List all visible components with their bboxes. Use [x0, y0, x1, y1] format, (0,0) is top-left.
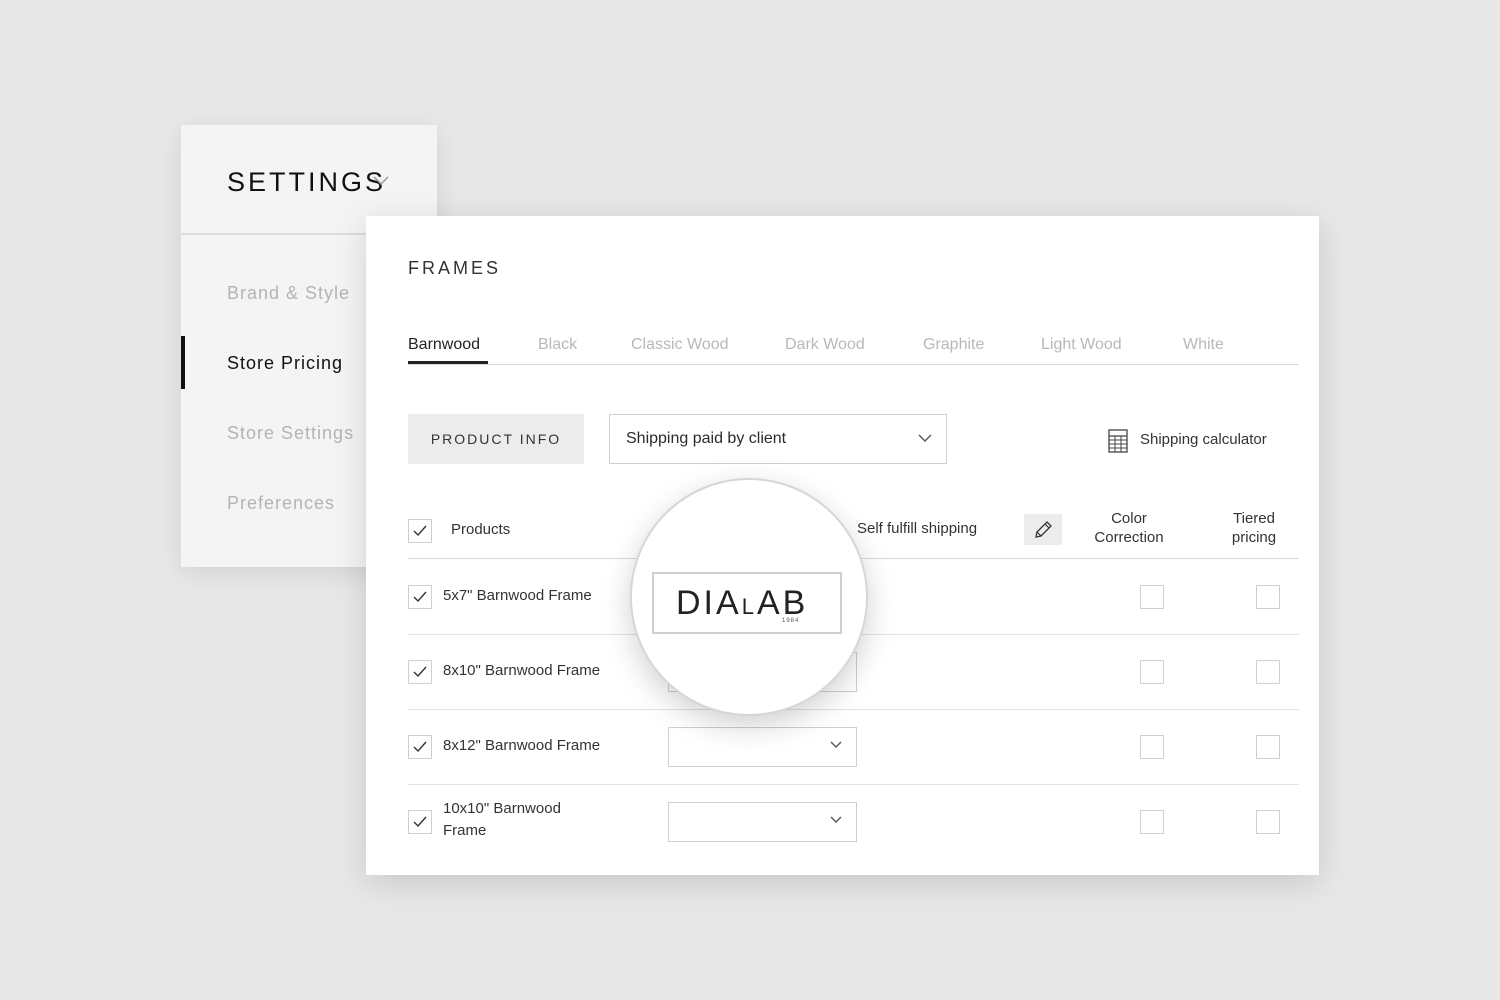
column-color-correction-line2: Correction [1094, 529, 1164, 546]
product-name: 8x10" Barnwood Frame [443, 662, 601, 679]
nav-active-indicator [181, 336, 185, 389]
product-name: 8x12" Barnwood Frame [443, 737, 601, 754]
color-correction-checkbox[interactable] [1140, 810, 1164, 834]
nav-item-store-settings[interactable]: Store Settings [227, 423, 354, 444]
product-name-line2: Frame [443, 822, 487, 839]
product-info-button[interactable]: PRODUCT INFO [408, 414, 584, 464]
product-name: 10x10" Barnwood Frame [443, 798, 561, 842]
row-checkbox[interactable] [408, 585, 432, 609]
calculator-icon [1108, 429, 1128, 453]
edit-shipping-button[interactable] [1024, 514, 1062, 545]
color-correction-checkbox[interactable] [1140, 585, 1164, 609]
tab-black[interactable]: Black [538, 336, 577, 354]
nav-item-store-pricing[interactable]: Store Pricing [227, 353, 343, 374]
tiered-pricing-checkbox[interactable] [1256, 735, 1280, 759]
tab-graphite[interactable]: Graphite [923, 336, 984, 354]
product-name: 5x7" Barnwood Frame [443, 587, 592, 604]
logo-part-3: AB [756, 584, 809, 622]
column-tiered-pricing-line1: Tiered [1233, 510, 1275, 527]
active-tab-underline [408, 361, 488, 364]
column-color-correction-line1: Color [1111, 510, 1147, 527]
nav-item-brand-style[interactable]: Brand & Style [227, 283, 350, 304]
settings-title: SETTINGS [227, 167, 387, 197]
logo-part-1: DIA [676, 584, 742, 622]
check-icon [413, 666, 427, 678]
frame-tabs: Barnwood Black Classic Wood Dark Wood Gr… [408, 334, 1299, 365]
check-icon [413, 591, 427, 603]
tiered-pricing-checkbox[interactable] [1256, 660, 1280, 684]
shipping-dropdown[interactable] [668, 802, 857, 842]
row-checkbox[interactable] [408, 810, 432, 834]
column-tiered-pricing: Tiered pricing [1220, 509, 1288, 547]
column-tiered-pricing-line2: pricing [1231, 529, 1277, 546]
column-self-fulfill-shipping: Self fulfill shipping [857, 520, 978, 537]
row-checkbox[interactable] [408, 660, 432, 684]
color-correction-checkbox[interactable] [1140, 660, 1164, 684]
column-products: Products [451, 521, 511, 538]
table-row: 10x10" Barnwood Frame [408, 784, 1299, 859]
select-all-checkbox[interactable] [408, 519, 432, 543]
tab-light-wood[interactable]: Light Wood [1041, 336, 1122, 354]
tab-classic-wood[interactable]: Classic Wood [631, 336, 729, 354]
logo-part-2: L [741, 594, 757, 619]
tab-barnwood[interactable]: Barnwood [408, 336, 480, 354]
chevron-down-icon [918, 434, 932, 442]
pencil-icon [1035, 521, 1052, 538]
shipping-calculator-label: Shipping calculator [1140, 431, 1267, 448]
chevron-down-icon [830, 816, 842, 823]
tiered-pricing-checkbox[interactable] [1256, 585, 1280, 609]
nav-item-preferences[interactable]: Preferences [227, 493, 335, 514]
chevron-down-icon [830, 741, 842, 748]
product-name-line1: 10x10" Barnwood [443, 800, 561, 817]
color-correction-checkbox[interactable] [1140, 735, 1164, 759]
shipping-select[interactable]: Shipping paid by client [609, 414, 947, 464]
magnifier-lens: DIALAB 1984 [630, 478, 868, 716]
tab-dark-wood[interactable]: Dark Wood [785, 336, 865, 354]
shipping-select-value: Shipping paid by client [626, 430, 787, 447]
check-icon [413, 741, 427, 753]
column-color-correction: Color Correction [1088, 509, 1170, 547]
tab-white[interactable]: White [1183, 336, 1224, 354]
table-row: 8x12" Barnwood Frame [408, 709, 1299, 785]
shipping-dropdown[interactable] [668, 727, 857, 767]
row-checkbox[interactable] [408, 735, 432, 759]
check-icon [413, 816, 427, 828]
logo-year: 1984 [782, 618, 800, 624]
tiered-pricing-checkbox[interactable] [1256, 810, 1280, 834]
check-icon [413, 525, 427, 537]
chevron-down-icon[interactable] [373, 176, 389, 186]
page-title: FRAMES [408, 258, 502, 278]
magnified-logo-field: DIALAB 1984 [652, 572, 842, 634]
